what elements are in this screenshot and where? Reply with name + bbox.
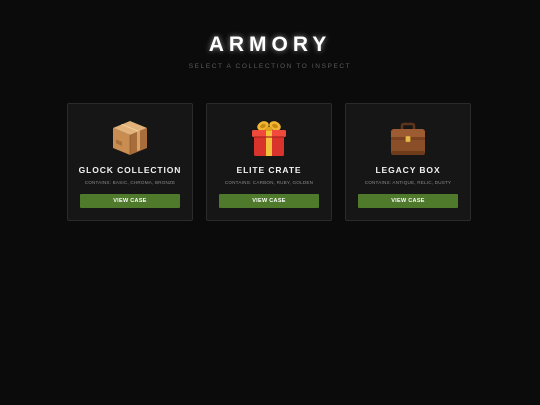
page-subtitle: SELECT A COLLECTION TO INSPECT: [188, 63, 352, 70]
case-contents: CONTAINS: ANTIQUE, RELIC, DUSTY: [364, 180, 452, 185]
case-card-glock-collection: GLOCK COLLECTION CONTAINS: BASIC, CHROMA…: [67, 103, 193, 221]
case-contents: CONTAINS: BASIC, CHROMA, BRONZE: [84, 180, 176, 185]
view-case-button[interactable]: VIEW CASE: [358, 194, 458, 208]
case-card-elite-crate: ELITE CRATE CONTAINS: CARBON, RUBY, GOLD…: [206, 103, 332, 221]
view-case-button[interactable]: VIEW CASE: [80, 194, 180, 208]
case-title: GLOCK COLLECTION: [78, 165, 182, 175]
case-title: ELITE CRATE: [236, 165, 302, 175]
gift-box-icon: [252, 121, 286, 156]
package-box-icon: [113, 121, 147, 155]
case-title: LEGACY BOX: [375, 165, 441, 175]
page-title: ARMORY: [208, 33, 332, 56]
case-grid: GLOCK COLLECTION CONTAINS: BASIC, CHROMA…: [67, 103, 473, 221]
view-case-button[interactable]: VIEW CASE: [219, 194, 319, 208]
briefcase-icon: [391, 122, 425, 155]
armory-page: ARMORY SELECT A COLLECTION TO INSPECT GL…: [0, 0, 540, 405]
case-contents: CONTAINS: CARBON, RUBY, GOLDEN: [224, 180, 314, 185]
case-card-legacy-box: LEGACY BOX CONTAINS: ANTIQUE, RELIC, DUS…: [345, 103, 471, 221]
